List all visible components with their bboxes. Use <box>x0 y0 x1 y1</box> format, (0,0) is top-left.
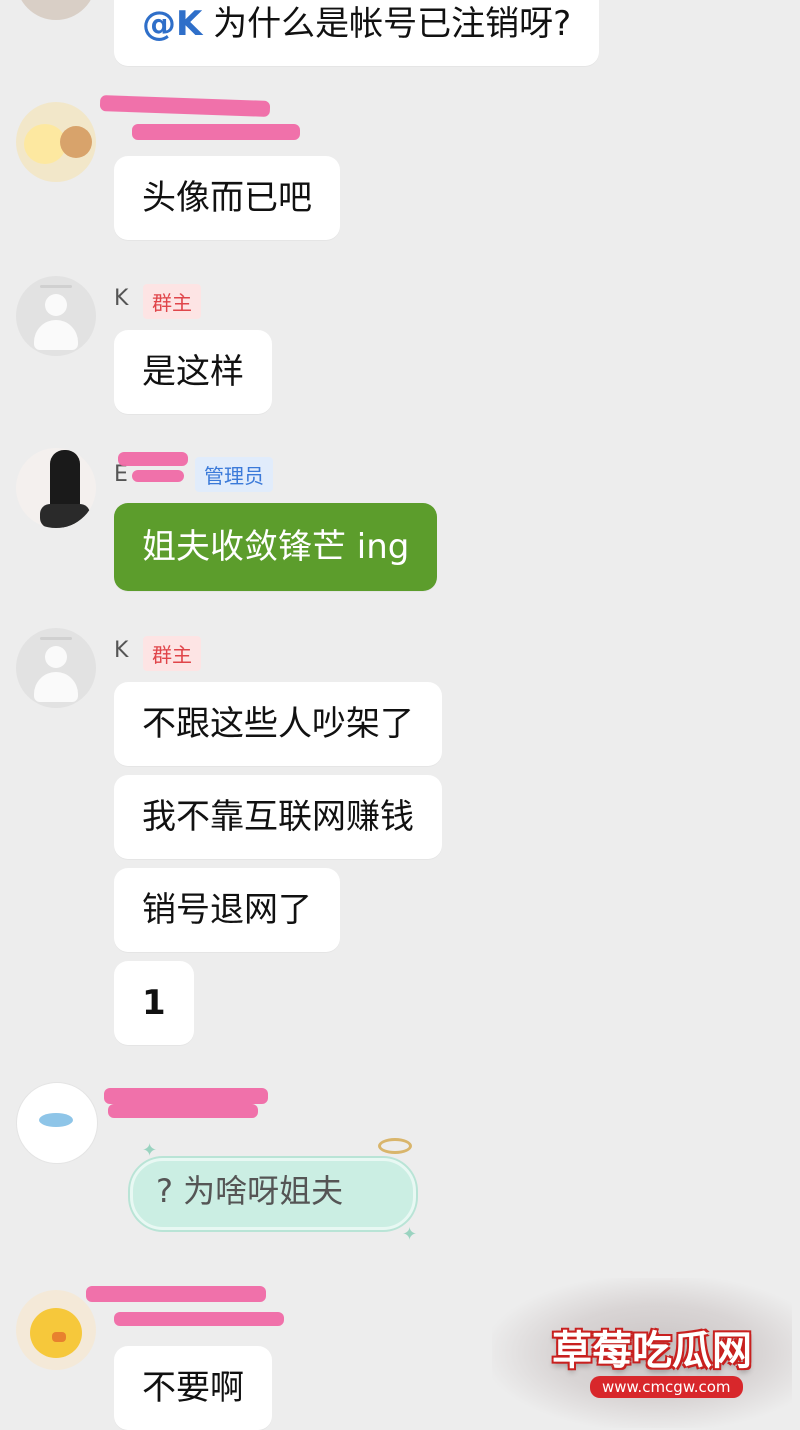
mention-link[interactable]: @K <box>142 4 202 44</box>
avatar-default[interactable] <box>16 276 96 356</box>
redacted-username <box>86 1286 266 1302</box>
message-text: 不跟这些人吵架了 <box>142 704 414 744</box>
message-text: 头像而已吧 <box>142 178 312 218</box>
message-bubble[interactable]: 我不靠互联网赚钱 <box>114 775 442 859</box>
sender-name[interactable]: K <box>114 638 128 663</box>
avatar-caption <box>40 637 72 640</box>
avatar-body-icon <box>34 320 78 350</box>
redacted-username-2 <box>114 1312 284 1326</box>
admin-badge: 管理员 <box>195 457 273 492</box>
fish-icon <box>39 1113 73 1127</box>
star-icon: ✦ <box>402 1224 418 1245</box>
redacted-username <box>99 95 271 117</box>
message-bubble[interactable]: 不跟这些人吵架了 <box>114 682 442 766</box>
watermark-url: www.cmcgw.com <box>590 1376 743 1398</box>
avatar-head-icon <box>45 294 67 316</box>
redacted-username-2 <box>132 470 184 482</box>
star-icon: ✦ <box>142 1140 158 1161</box>
message-bubble[interactable]: 销号退网了 <box>114 868 340 952</box>
avatar-body-icon <box>34 672 78 702</box>
redacted-username <box>118 452 188 466</box>
redacted-username-2 <box>132 124 300 140</box>
message-bubble[interactable]: 1 <box>114 961 194 1045</box>
sender-name[interactable]: K <box>114 286 128 311</box>
message-bubble[interactable]: @K 为什么是帐号已注销呀? <box>114 0 600 66</box>
avatar-head-icon <box>45 646 67 668</box>
sticker-text: ? 为啥呀姐夫 <box>156 1172 344 1210</box>
message-text: 我不靠互联网赚钱 <box>142 797 414 837</box>
message-text: 为什么是帐号已注销呀? <box>202 4 572 44</box>
message-text: 销号退网了 <box>142 890 312 930</box>
message-bubble[interactable]: 是这样 <box>114 330 272 414</box>
message-text: 姐夫收敛锋芒 ing <box>142 527 410 567</box>
redacted-username <box>104 1088 268 1104</box>
watermark-title: 草莓吃瓜网 <box>552 1328 752 1374</box>
avatar-partial-top[interactable] <box>16 0 96 20</box>
halo-icon <box>378 1138 412 1154</box>
avatar-chick[interactable] <box>16 1290 96 1370</box>
watermark: 草莓吃瓜网 www.cmcgw.com <box>492 1278 792 1428</box>
group-owner-badge: 群主 <box>143 636 201 671</box>
message-text: 不要啊 <box>142 1368 244 1408</box>
group-owner-badge: 群主 <box>143 284 201 319</box>
message-bubble[interactable]: 头像而已吧 <box>114 156 340 240</box>
avatar-dog-sticker[interactable] <box>16 102 96 182</box>
redacted-username-2 <box>108 1104 258 1118</box>
message-text: 1 <box>142 983 166 1023</box>
sticker-bubble[interactable]: ? 为啥呀姐夫 ✦ ✦ <box>120 1138 420 1245</box>
message-text: 是这样 <box>142 352 244 392</box>
message-bubble[interactable]: 不要啊 <box>114 1346 272 1430</box>
avatar-photo[interactable] <box>16 448 96 528</box>
avatar-caption <box>40 285 72 288</box>
avatar-default[interactable] <box>16 628 96 708</box>
avatar-fish[interactable] <box>16 1082 98 1164</box>
message-bubble-green[interactable]: 姐夫收敛锋芒 ing <box>114 503 438 591</box>
